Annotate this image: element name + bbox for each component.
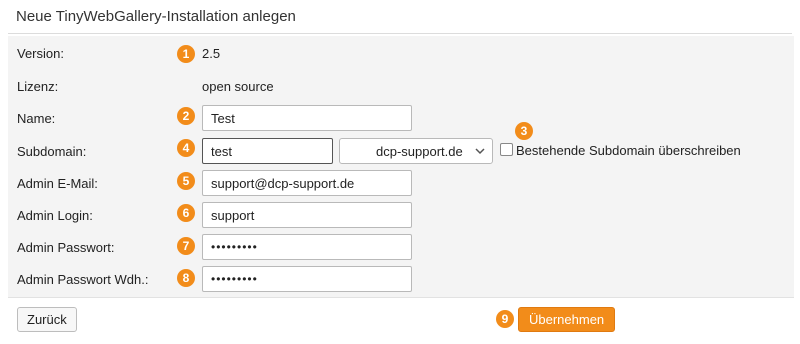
step-badge-4: 4 [177,139,195,157]
license-value: open source [202,79,274,94]
admin-email-input[interactable] [202,170,412,196]
overwrite-subdomain-checkbox[interactable] [500,143,513,156]
step-badge-5: 5 [177,172,195,190]
subdomain-input[interactable] [202,138,333,164]
step-badge-7: 7 [177,237,195,255]
step-badge-8: 8 [177,269,195,287]
admin-login-input[interactable] [202,202,412,228]
step-badge-3: 3 [515,122,533,140]
admin-password-repeat-input[interactable] [202,266,412,292]
overwrite-subdomain-label: Bestehende Subdomain überschreiben [516,143,741,158]
title-divider [8,33,792,34]
admin-login-label: Admin Login: [17,208,93,223]
name-input[interactable] [202,105,412,131]
step-badge-9: 9 [496,310,514,328]
version-label: Version: [17,46,64,61]
back-button[interactable]: Zurück [17,307,77,332]
admin-password-repeat-label: Admin Passwort Wdh.: [17,272,149,287]
admin-password-input[interactable] [202,234,412,260]
name-label: Name: [17,111,56,126]
license-label: Lizenz: [17,79,59,94]
step-badge-2: 2 [177,107,195,125]
chevron-down-icon [475,143,485,162]
version-value: 2.5 [202,46,221,61]
page-title: Neue TinyWebGallery-Installation anlegen [16,8,296,25]
domain-select[interactable]: dcp-support.de [339,138,493,164]
admin-password-label: Admin Passwort: [17,240,115,255]
submit-button[interactable]: Übernehmen [518,307,616,332]
domain-select-value: dcp-support.de [376,144,463,159]
step-badge-6: 6 [177,204,195,222]
step-badge-1: 1 [177,45,195,63]
subdomain-label: Subdomain: [17,144,87,159]
admin-email-label: Admin E-Mail: [17,176,98,191]
